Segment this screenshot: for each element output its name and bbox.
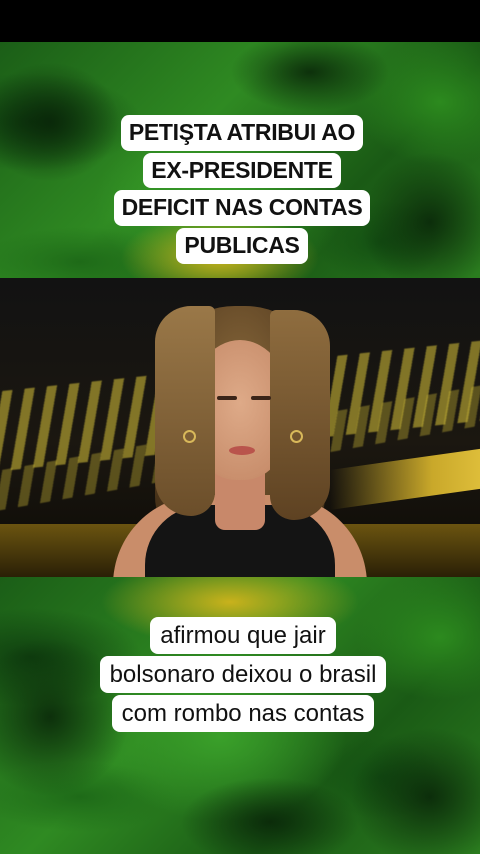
subtitle-line-3: com rombo nas contas (111, 695, 375, 733)
subtitle-line-1: afirmou que jair (150, 617, 336, 655)
headline-line-3: DEFICIT NAS CONTAS (113, 190, 371, 227)
video-frame[interactable] (0, 278, 480, 577)
headline-line-1: PETIŞTA ATRIBUI AO (120, 115, 364, 151)
headline-caption: PETIŞTA ATRIBUI AO EX-PRESIDENTE DEFICIT… (94, 108, 390, 271)
presenter-figure (105, 300, 375, 577)
subtitle-line-2: bolsonaro deixou o brasil (99, 656, 387, 694)
subtitle-caption: afirmou que jair bolsonaro deixou o bras… (80, 610, 406, 739)
headline-line-2: EX-PRESIDENTE (143, 152, 341, 189)
headline-line-4: PUBLICAS (176, 228, 308, 264)
top-black-bar (0, 0, 480, 42)
